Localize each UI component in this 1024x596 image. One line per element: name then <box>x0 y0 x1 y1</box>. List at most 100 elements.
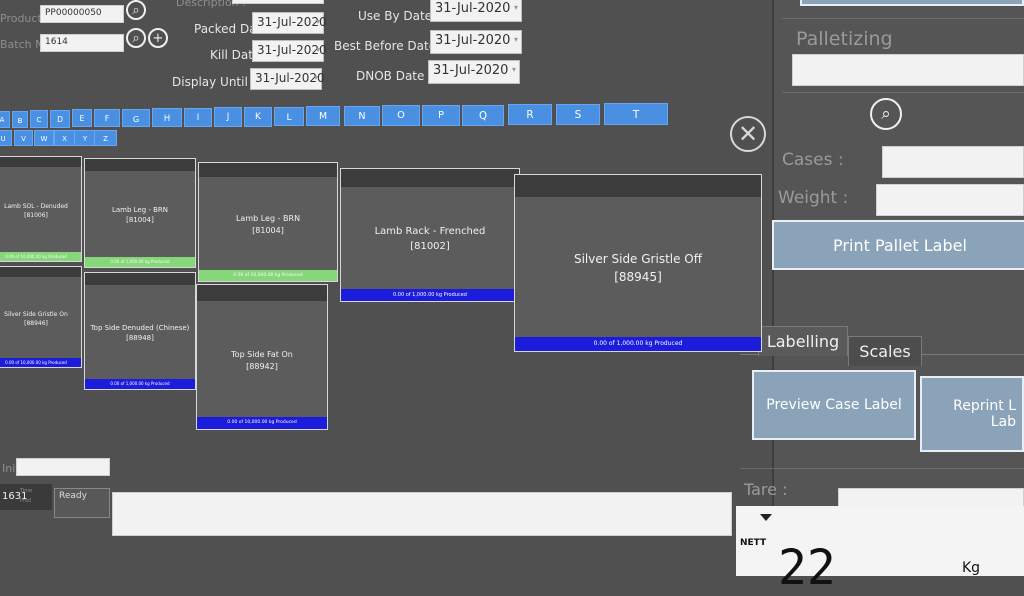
letter-button-x[interactable]: X <box>54 130 75 146</box>
product-card-header <box>0 267 81 277</box>
description-field[interactable] <box>232 0 324 4</box>
pallet-search-button[interactable]: ⌕ <box>870 98 902 130</box>
search-icon: ⌕ <box>881 104 891 124</box>
product-card[interactable]: Lamb Rack - Frenched [81002] 0.00 of 1,000… <box>340 168 520 302</box>
top-action-button[interactable] <box>800 0 1024 6</box>
product-code: [81002] <box>410 241 450 252</box>
cases-field[interactable] <box>882 146 1024 178</box>
product-card[interactable]: Silver Side Gristle Off [88945] 0.00 of 1,… <box>514 174 762 352</box>
product-card[interactable]: Lamb Leg - BRN [81004] 0.00 of 1,000.00 kg… <box>84 158 196 268</box>
print-pallet-label-button[interactable]: Print Pallet Label <box>772 220 1024 270</box>
letter-button-c[interactable]: C <box>30 110 48 128</box>
letter-button-s[interactable]: S <box>556 103 600 126</box>
product-code: [81004] <box>252 226 284 236</box>
product-name: Lamb SOL - Denuded <box>4 202 68 210</box>
production-progress-bar: 0.00 of 1,000.00 kg Produced <box>85 379 195 389</box>
letter-button-k[interactable]: K <box>244 107 272 127</box>
status-field: Ready <box>54 488 110 518</box>
product-name: Silver Side Gristle Off <box>573 252 703 267</box>
display-until-picker[interactable]: 31-Jul-2020 ▾ <box>250 68 325 90</box>
reprint-label-button[interactable]: Reprint L Lab <box>920 376 1024 452</box>
letter-button-p[interactable]: P <box>422 105 460 126</box>
dnob-picker[interactable]: 31-Jul-2020 ▾ <box>428 60 520 84</box>
product-name: Lamb Rack - Frenched <box>374 226 486 237</box>
chevron-down-icon: ▾ <box>513 3 518 12</box>
letter-button-o[interactable]: O <box>382 105 420 126</box>
product-card-header <box>199 163 337 177</box>
product-code: [88946] <box>24 319 48 327</box>
tab-scales[interactable]: Scales <box>848 336 922 366</box>
chevron-down-icon: ▾ <box>513 35 518 44</box>
chevron-down-icon: ▾ <box>313 73 318 82</box>
use-by-picker[interactable]: 31-Jul-2020 ▾ <box>430 0 522 22</box>
product-code: [88942] <box>246 361 278 371</box>
product-name: Lamb Leg - BRN <box>235 214 301 224</box>
preview-case-label-button[interactable]: Preview Case Label <box>752 370 916 440</box>
divider <box>782 92 1024 93</box>
letter-button-g[interactable]: G <box>122 108 150 128</box>
letter-button-w[interactable]: W <box>34 130 54 146</box>
product-code: [88948] <box>126 334 154 343</box>
tab-labelling[interactable]: Labelling <box>758 326 848 356</box>
message-field[interactable] <box>112 492 732 536</box>
letter-button-n[interactable]: N <box>344 105 380 127</box>
production-order-field[interactable]: PP00000050 <box>40 5 124 23</box>
production-progress-bar: 0.00 of 10,000.00 kg Produced <box>0 358 81 367</box>
production-progress-bar: 0.00 of 1,000.00 kg Produced <box>341 289 519 301</box>
letter-button-l[interactable]: L <box>274 106 304 127</box>
best-before-picker[interactable]: 31-Jul-2020 ▾ <box>430 30 522 54</box>
product-name: Lamb Leg - BRN <box>111 205 169 214</box>
dnob-label: DNOB Date : <box>356 69 433 83</box>
time-caption: Time <box>20 488 33 494</box>
letter-button-q[interactable]: Q <box>462 104 504 126</box>
kill-date-picker[interactable]: 31-Jul-2020 ▾ <box>252 40 327 62</box>
letter-button-z[interactable]: Z <box>94 130 117 146</box>
packed-date-picker[interactable]: 31-Jul-2020 ▾ <box>252 12 327 34</box>
scale-weight-value: 22 <box>778 540 836 596</box>
weight-label: Weight : <box>778 188 849 208</box>
letter-button-h[interactable]: H <box>152 108 182 127</box>
footer-field[interactable] <box>16 458 110 476</box>
letter-button-i[interactable]: I <box>184 107 212 127</box>
batch-field[interactable]: 1614 <box>40 34 124 52</box>
product-card[interactable]: Top Side Fat On [88942] 0.00 of 10,000.00 … <box>196 284 328 430</box>
batch-search-button[interactable]: ⌕ <box>126 28 146 48</box>
close-button[interactable]: ✕ <box>730 116 766 152</box>
production-order-search-button[interactable]: ⌕ <box>126 0 146 20</box>
product-card[interactable]: Top Side Denuded (Chinese) [88948] 0.00 of… <box>84 272 196 390</box>
letter-button-d[interactable]: D <box>50 109 70 128</box>
production-progress-bar: 0.00 of 1,000.00 kg Produced <box>85 257 195 267</box>
letter-button-a[interactable]: A <box>0 111 10 128</box>
palletizing-field[interactable] <box>792 54 1024 86</box>
letter-button-v[interactable]: V <box>14 130 33 146</box>
product-name: Top Side Denuded (Chinese) <box>90 323 190 332</box>
product-card[interactable]: Lamb Leg - BRN [81004] 0.00 of 10,000.00 k… <box>198 162 338 282</box>
batch-add-button[interactable]: + <box>148 28 168 48</box>
letter-button-u[interactable]: U <box>0 130 12 146</box>
production-progress-bar: 0.00 of 10,000.00 kg Produced <box>199 270 337 281</box>
divider <box>782 18 1024 19</box>
prod-caption: Prod <box>20 498 32 504</box>
product-code: [81004] <box>126 216 154 225</box>
letter-button-j[interactable]: J <box>214 107 242 127</box>
production-progress-bar: 0.00 of 10,000.00 kg Produced <box>0 252 81 261</box>
weight-field[interactable] <box>876 184 1024 216</box>
nett-label: NETT <box>740 538 767 548</box>
product-name: Top Side Fat On <box>231 349 293 359</box>
letter-button-e[interactable]: E <box>72 109 92 128</box>
chevron-down-icon: ▾ <box>315 45 320 54</box>
letter-button-y[interactable]: Y <box>74 130 96 146</box>
letter-button-r[interactable]: R <box>508 104 552 126</box>
letter-button-m[interactable]: M <box>306 106 340 127</box>
letter-button-t[interactable]: T <box>604 103 668 126</box>
product-card[interactable]: Lamb SOL - Denuded [81006] 0.00 of 10,000.… <box>0 156 82 262</box>
product-card[interactable]: Silver Side Gristle On [88946] 0.00 of 10,… <box>0 266 82 368</box>
production-progress-bar: 0.00 of 1,000.00 kg Produced <box>515 337 761 351</box>
plus-icon: + <box>152 30 164 46</box>
search-icon: ⌕ <box>132 30 140 46</box>
letter-button-f[interactable]: F <box>94 109 120 128</box>
letter-button-b[interactable]: B <box>12 110 28 128</box>
scale-unit: Kg <box>962 560 981 576</box>
stable-indicator-icon <box>760 514 772 521</box>
product-card-header <box>85 159 195 171</box>
